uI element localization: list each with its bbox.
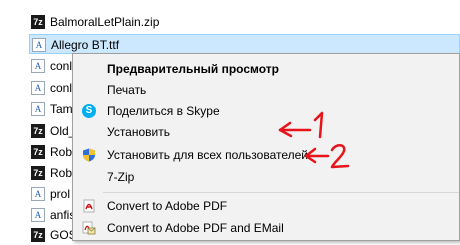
menu-item-label: 7-Zip [107,170,135,184]
file-row[interactable]: 7z BalmoralLetPlain.zip [29,12,460,32]
font-file-icon: A [31,208,45,222]
menu-item-share-skype[interactable]: S Поделиться в Skype [73,100,459,122]
context-menu: Предварительный просмотр Печать S Подели… [72,53,460,241]
menu-separator [103,192,459,193]
menu-item-label: Convert to Adobe PDF and EMail [107,221,284,235]
menu-item-preview[interactable]: Предварительный просмотр [73,58,459,80]
menu-item-label: Установить [107,125,170,139]
file-name: prol [50,187,71,201]
uac-shield-icon [82,148,96,162]
font-file-icon: A [31,102,45,116]
menu-item-convert-pdf-email[interactable]: Convert to Adobe PDF and EMail [73,217,459,239]
annotation-arrow-2 [304,144,350,169]
archive-icon: 7z [31,15,45,29]
menu-item-convert-pdf[interactable]: Convert to Adobe PDF [73,195,459,217]
adobe-pdf-email-icon [82,221,96,235]
file-row-selected[interactable]: A Allegro BT.ttf [29,34,460,54]
font-file-icon: A [31,187,45,201]
font-file-icon: A [31,81,45,95]
archive-icon: 7z [31,228,45,242]
archive-icon: 7z [31,166,45,180]
font-file-icon: A [32,38,46,52]
menu-item-label: Поделиться в Skype [107,104,220,118]
file-name: Tam [50,102,73,116]
file-name: Rob [50,166,73,180]
skype-icon: S [82,104,96,118]
archive-icon: 7z [31,145,45,159]
file-name: BalmoralLetPlain.zip [50,15,160,29]
file-name: conl [50,81,73,95]
archive-icon: 7z [31,124,45,138]
file-name: Allegro BT.ttf [51,38,120,52]
menu-item-label: Печать [107,83,147,97]
menu-item-install[interactable]: Установить [73,121,459,143]
file-name: Rob [50,145,73,159]
menu-item-label: Предварительный просмотр [107,62,279,76]
menu-item-label: Convert to Adobe PDF [107,199,228,213]
file-name: conl [50,59,73,73]
menu-item-print[interactable]: Печать [73,79,459,101]
menu-item-7zip[interactable]: 7-Zip [73,166,459,188]
annotation-arrow-1 [278,111,324,139]
menu-item-label: Установить для всех пользователей [107,148,309,162]
menu-item-install-all-users[interactable]: Установить для всех пользователей [73,144,459,166]
font-file-icon: A [31,59,45,73]
adobe-pdf-icon [82,199,96,213]
